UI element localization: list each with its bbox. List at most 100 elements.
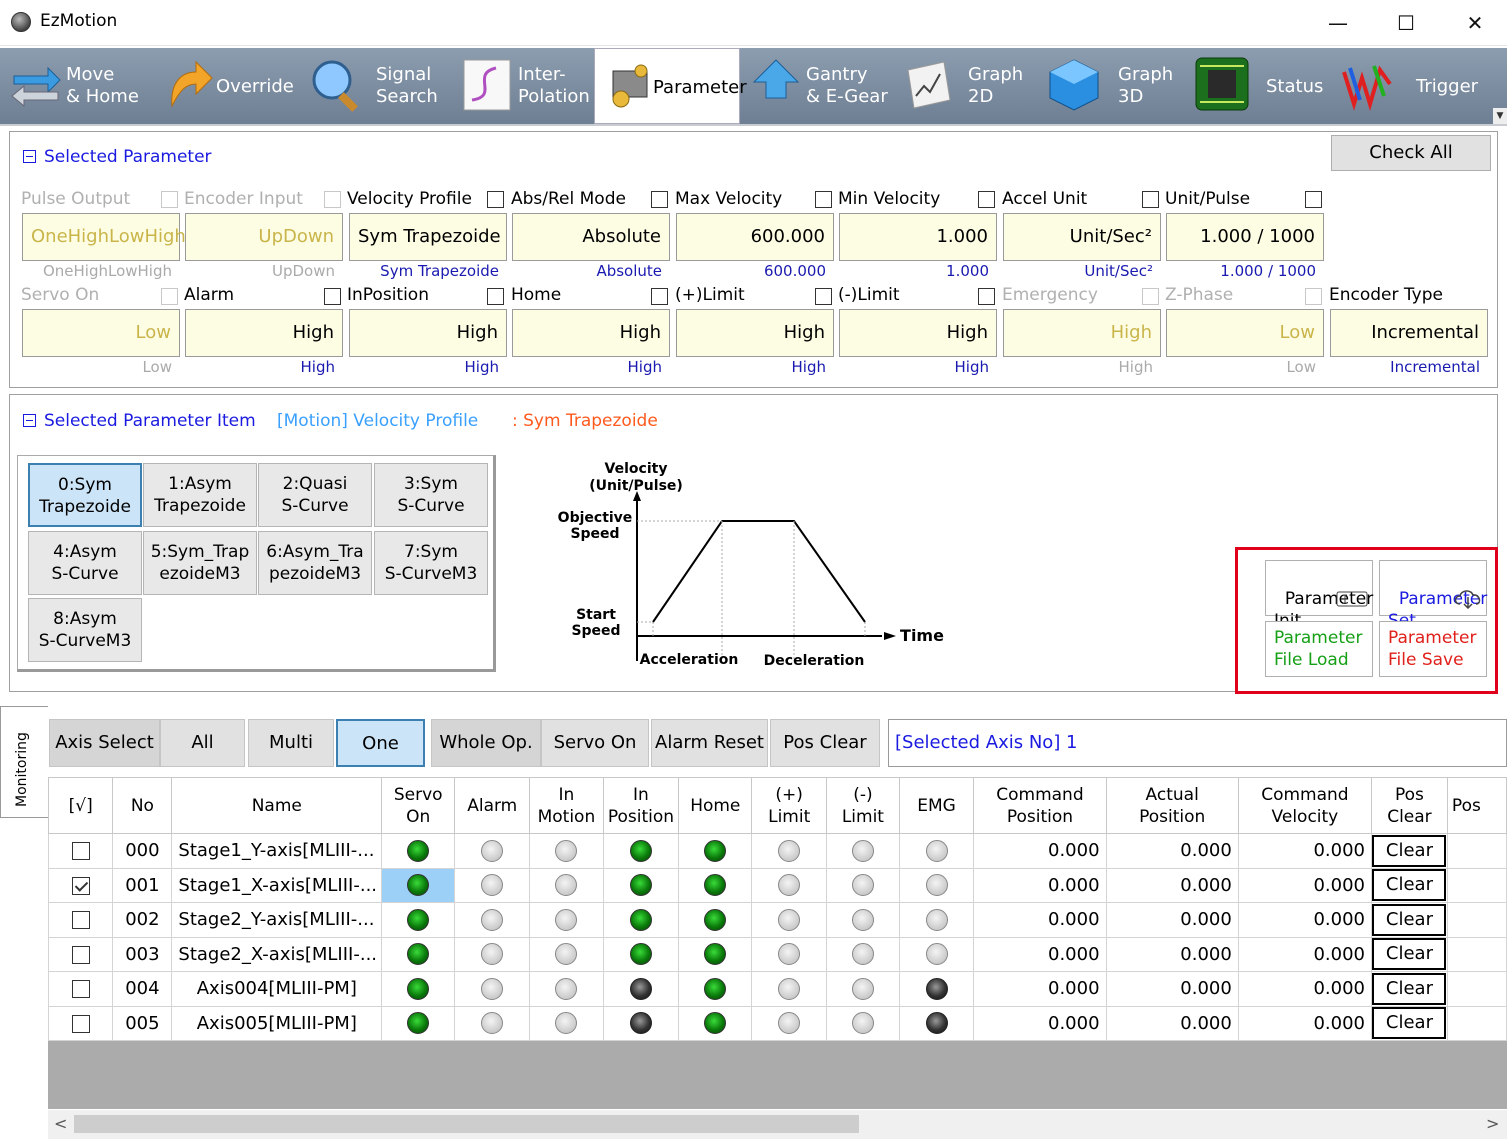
param-checkbox[interactable]	[1142, 288, 1159, 305]
toolbar-status[interactable]: Status	[1186, 48, 1332, 124]
profile-option-5[interactable]: 5:Sym_Trap ezoideM3	[143, 531, 257, 595]
param-checkbox[interactable]	[815, 191, 832, 208]
param-checkbox[interactable]	[324, 288, 341, 305]
parameter-file-save-button[interactable]: Parameter File Save	[1379, 621, 1487, 677]
row-checkbox[interactable]	[71, 980, 90, 999]
table-row[interactable]: 002 Stage2_Y-axis[MLIII-... 0.000 0.000 0.00…	[48, 902, 1507, 938]
row-checkbox-cell[interactable]	[48, 902, 114, 938]
servo-on-led-cell[interactable]	[381, 867, 456, 903]
scrollbar-thumb[interactable]	[74, 1115, 859, 1133]
servo-on-led-cell[interactable]	[381, 936, 456, 972]
horizontal-scrollbar[interactable]: < >	[48, 1110, 1507, 1139]
toolbar-trigger[interactable]: Trigger	[1332, 48, 1492, 124]
param-checkbox[interactable]	[487, 288, 504, 305]
scroll-right-icon[interactable]: >	[1486, 1114, 1499, 1133]
row-checkbox[interactable]	[71, 1014, 90, 1033]
param-checkbox[interactable]	[978, 288, 995, 305]
pos-clear-button[interactable]: Clear	[1372, 869, 1447, 902]
toolbar-graph-2d[interactable]: Graph 2D	[892, 48, 1038, 124]
param-field[interactable]: 600.000	[676, 213, 834, 261]
profile-option-7[interactable]: 7:Sym S-CurveM3	[374, 531, 488, 595]
col-header[interactable]: [√]	[48, 777, 114, 834]
profile-option-1[interactable]: 1:Asym Trapezoide	[143, 463, 257, 527]
param-checkbox[interactable]	[651, 191, 668, 208]
param-field[interactable]: Low	[1166, 309, 1324, 357]
pos-clear-button[interactable]: Clear	[1372, 972, 1447, 1005]
param-field[interactable]: OneHighLowHigh	[22, 213, 186, 261]
row-checkbox[interactable]	[71, 876, 90, 895]
table-row[interactable]: 001 Stage1_X-axis[MLIII-... 0.000 0.000 0.00…	[48, 867, 1507, 903]
profile-option-2[interactable]: 2:Quasi S-Curve	[258, 463, 372, 527]
row-checkbox-cell[interactable]	[48, 833, 114, 869]
param-field[interactable]: High	[185, 309, 343, 357]
param-field[interactable]: High	[1003, 309, 1161, 357]
param-checkbox[interactable]	[324, 191, 341, 208]
param-field[interactable]: High	[839, 309, 997, 357]
row-checkbox-cell[interactable]	[48, 1005, 114, 1041]
row-checkbox[interactable]	[71, 842, 90, 861]
param-checkbox[interactable]	[1305, 191, 1322, 208]
close-button[interactable]: ✕	[1455, 6, 1495, 40]
param-field[interactable]: Unit/Sec²	[1003, 213, 1161, 261]
parameter-set-button[interactable]: Parameter Set	[1379, 560, 1487, 631]
param-checkbox[interactable]	[651, 288, 668, 305]
toolbar-interpolation[interactable]: Inter- Polation	[452, 48, 594, 124]
table-row[interactable]: 003 Stage2_X-axis[MLIII-... 0.000 0.000 0.00…	[48, 936, 1507, 972]
servo-on-led-cell[interactable]	[381, 971, 456, 1007]
profile-option-0[interactable]: 0:Sym Trapezoide	[28, 463, 142, 527]
row-checkbox[interactable]	[71, 911, 90, 930]
param-field[interactable]: 1.000	[839, 213, 997, 261]
profile-option-4[interactable]: 4:Asym S-Curve	[28, 531, 142, 595]
parameter-file-load-button[interactable]: Parameter File Load	[1265, 621, 1373, 677]
param-checkbox[interactable]	[1142, 191, 1159, 208]
param-field[interactable]: Sym Trapezoide	[349, 213, 507, 261]
table-row[interactable]: 005 Axis005[MLIII-PM] 0.000 0.000 0.000 Clear	[48, 1005, 1507, 1041]
row-checkbox[interactable]	[71, 945, 90, 964]
collapse-icon[interactable]	[23, 414, 36, 427]
toolbar-override[interactable]: Override	[150, 48, 300, 124]
row-checkbox-cell[interactable]	[48, 971, 114, 1007]
monitoring-tab[interactable]: Monitoring	[0, 706, 48, 818]
param-field[interactable]: Incremental	[1330, 309, 1488, 357]
toolbar-graph-3d[interactable]: Graph 3D	[1038, 48, 1186, 124]
pos-clear-button[interactable]: Clear	[1372, 1007, 1447, 1040]
minimize-button[interactable]: —	[1318, 6, 1358, 40]
profile-option-6[interactable]: 6:Asym_Tra pezoideM3	[258, 531, 372, 595]
servo-on-led-cell[interactable]	[381, 833, 456, 869]
profile-option-3[interactable]: 3:Sym S-Curve	[374, 463, 488, 527]
servo-on-button[interactable]: Servo On	[541, 719, 649, 767]
servo-on-led-cell[interactable]	[381, 1005, 456, 1041]
param-field[interactable]: High	[349, 309, 507, 357]
pos-clear-button[interactable]: Clear	[1372, 834, 1447, 867]
axis-select-all-button[interactable]: All	[160, 719, 245, 767]
collapse-icon[interactable]	[23, 150, 36, 163]
row-checkbox-cell[interactable]	[48, 936, 114, 972]
check-all-button[interactable]: Check All	[1331, 135, 1491, 171]
param-checkbox[interactable]	[815, 288, 832, 305]
profile-option-8[interactable]: 8:Asym S-CurveM3	[28, 598, 142, 662]
toolbar-gantry[interactable]: Gantry & E-Gear	[740, 48, 892, 124]
param-field[interactable]: High	[676, 309, 834, 357]
param-checkbox[interactable]	[161, 288, 178, 305]
maximize-button[interactable]: ☐	[1386, 6, 1426, 40]
param-field[interactable]: 1.000 / 1000	[1166, 213, 1324, 261]
table-row[interactable]: 000 Stage1_Y-axis[MLIII-... 0.000 0.000 0.00…	[48, 833, 1507, 869]
table-row[interactable]: 004 Axis004[MLIII-PM] 0.000 0.000 0.000 Clear	[48, 971, 1507, 1007]
servo-on-led-cell[interactable]	[381, 902, 456, 938]
param-checkbox[interactable]	[978, 191, 995, 208]
axis-select-one-button[interactable]: One	[336, 719, 425, 767]
scroll-left-icon[interactable]: <	[54, 1114, 67, 1133]
parameter-init-button[interactable]: Parameter Init	[1265, 560, 1373, 631]
toolbar-signal-search[interactable]: Signal Search	[300, 48, 452, 124]
pos-clear-button[interactable]: Clear	[1372, 938, 1447, 971]
alarm-reset-button[interactable]: Alarm Reset	[651, 719, 768, 767]
pos-clear-all-button[interactable]: Pos Clear	[770, 719, 880, 767]
param-field[interactable]: Absolute	[512, 213, 670, 261]
param-checkbox[interactable]	[487, 191, 504, 208]
pos-clear-button[interactable]: Clear	[1372, 903, 1447, 936]
toolbar-scroll-down[interactable]: ▼	[1493, 108, 1507, 124]
param-checkbox[interactable]	[161, 191, 178, 208]
param-field[interactable]: Low	[22, 309, 180, 357]
toolbar-move-home[interactable]: Move & Home	[0, 48, 150, 124]
param-checkbox[interactable]	[1305, 288, 1322, 305]
